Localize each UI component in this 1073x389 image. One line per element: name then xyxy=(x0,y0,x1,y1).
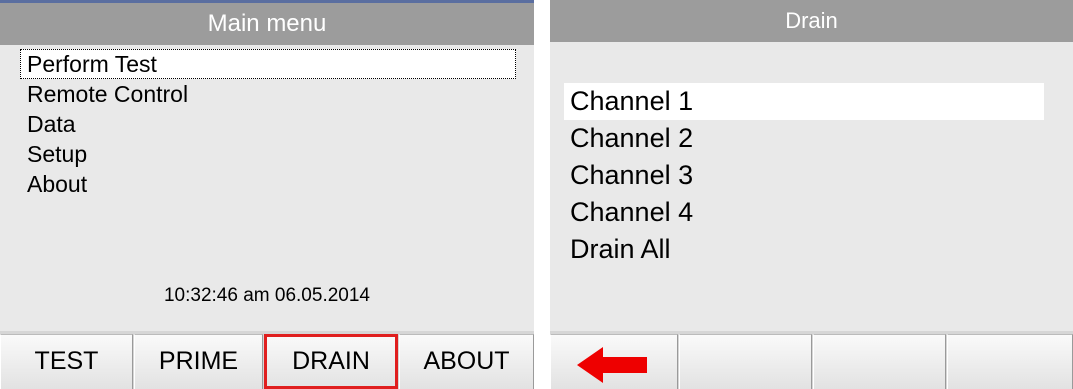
screenshot-root: Main menu Perform Test Remote Control Da… xyxy=(0,0,1073,389)
menu-item-drain-all[interactable]: Drain All xyxy=(564,231,1044,268)
back-arrow-icon xyxy=(577,347,647,383)
softkey-2-button[interactable] xyxy=(679,334,812,389)
main-menu-title: Main menu xyxy=(0,3,534,45)
softkey-3-button[interactable] xyxy=(813,334,946,389)
menu-item-perform-test[interactable]: Perform Test xyxy=(20,49,516,79)
menu-item-channel-4[interactable]: Channel 4 xyxy=(564,194,1044,231)
menu-item-channel-1[interactable]: Channel 1 xyxy=(564,83,1044,120)
menu-item-channel-3[interactable]: Channel 3 xyxy=(564,157,1044,194)
menu-item-about[interactable]: About xyxy=(20,169,516,199)
drain-screen: Drain Channel 1 Channel 2 Channel 3 Chan… xyxy=(550,0,1073,389)
about-button[interactable]: ABOUT xyxy=(399,334,534,389)
test-button[interactable]: TEST xyxy=(0,334,133,389)
menu-item-remote-control[interactable]: Remote Control xyxy=(20,79,516,109)
screen-divider xyxy=(534,0,550,389)
drain-channel-list: Channel 1 Channel 2 Channel 3 Channel 4 … xyxy=(564,83,1044,268)
main-menu-screen: Main menu Perform Test Remote Control Da… xyxy=(0,0,534,389)
prime-button[interactable]: PRIME xyxy=(134,334,263,389)
softkey-4-button[interactable] xyxy=(947,334,1073,389)
menu-item-channel-2[interactable]: Channel 2 xyxy=(564,120,1044,157)
menu-item-data[interactable]: Data xyxy=(20,109,516,139)
drain-title: Drain xyxy=(550,0,1073,42)
drain-button-bar xyxy=(550,331,1073,389)
back-button[interactable] xyxy=(550,334,678,389)
main-menu-button-bar: TEST PRIME DRAIN ABOUT xyxy=(0,331,534,389)
datetime-display: 10:32:46 am 06.05.2014 xyxy=(163,285,370,306)
drain-button[interactable]: DRAIN xyxy=(264,334,398,389)
main-menu-list: Perform Test Remote Control Data Setup A… xyxy=(20,49,516,199)
menu-item-setup[interactable]: Setup xyxy=(20,139,516,169)
